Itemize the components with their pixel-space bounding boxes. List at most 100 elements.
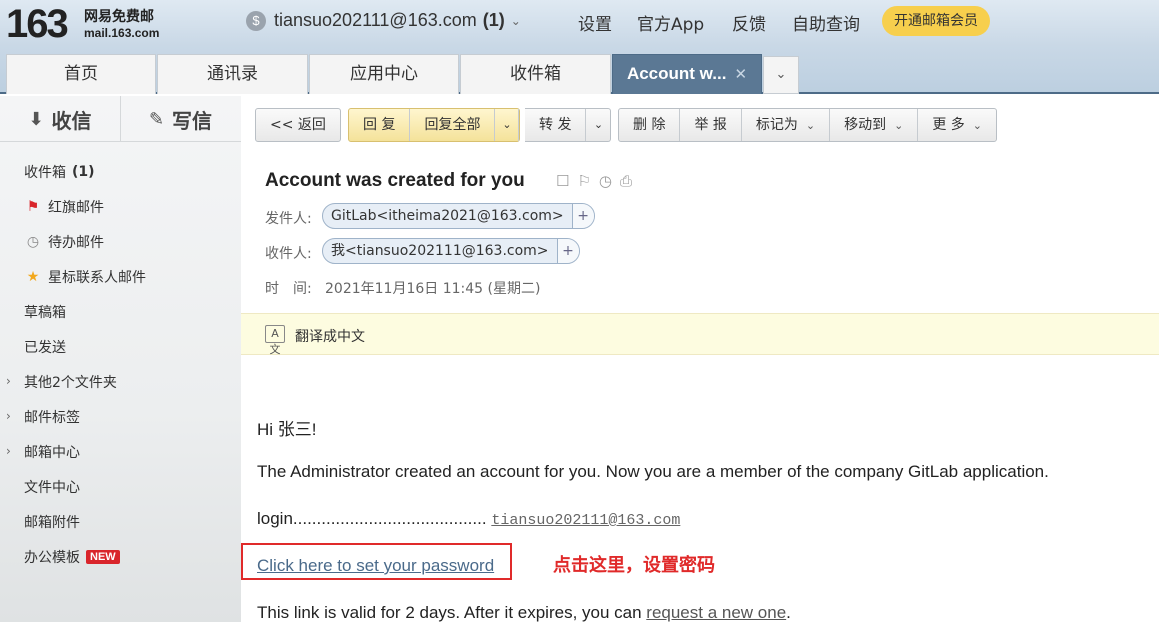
chevron-down-icon: ⌄ [894, 119, 904, 132]
validity-end: . [786, 603, 791, 622]
logo-number[interactable]: 163 [6, 2, 69, 47]
reply-group: 回 复 回复全部 ⌄ [348, 108, 521, 142]
receive-button[interactable]: ⬇ 收信 [0, 96, 120, 142]
recipient-chip[interactable]: 我<tiansuo202111@163.com> + [322, 238, 580, 264]
sidebar-actions: ⬇ 收信 ✎ 写信 [0, 96, 241, 142]
account-switcher[interactable]: $ tiansuo202111@163.com (1) ⌄ [246, 10, 521, 31]
tab-more-button[interactable]: ⌄ [763, 56, 799, 94]
chevron-down-icon: ⌄ [593, 118, 604, 131]
sidebar-item-templates[interactable]: 办公模板 NEW [24, 547, 120, 567]
body-line-1: The Administrator created an account for… [257, 462, 1049, 481]
add-contact-icon[interactable]: + [556, 239, 579, 263]
flag-icon: ⚑ [26, 199, 40, 215]
sender-address: GitLab<itheima2021@163.com> [331, 208, 564, 224]
validity-line: This link is valid for 2 days. After it … [257, 603, 791, 622]
nav-settings[interactable]: 设置 [578, 10, 612, 35]
chevron-right-icon[interactable]: › [6, 444, 11, 458]
back-button[interactable]: << 返回 [256, 109, 340, 141]
request-new-link[interactable]: request a new one [646, 603, 786, 622]
pencil-icon: ✎ [148, 108, 165, 130]
account-email: tiansuo202111@163.com [274, 10, 477, 30]
chevron-down-icon: ⌄ [805, 119, 816, 132]
unread-count: (1) [72, 164, 95, 180]
chevron-down-icon: ⌄ [972, 119, 983, 132]
mark-as-button[interactable]: 标记为 ⌄ [742, 109, 831, 141]
tab-current-email-label: Account w... [626, 64, 727, 83]
reply-all-button[interactable]: 回复全部 [410, 109, 496, 141]
logo-domain: mail.163.com [84, 26, 160, 40]
set-password-link[interactable]: Click here to set your password [257, 556, 494, 576]
add-contact-icon[interactable]: + [571, 204, 594, 228]
sidebar-item-other-folders[interactable]: 其他2个文件夹 [24, 372, 117, 392]
time-label: 时 间: [265, 281, 312, 297]
tab-home[interactable]: 首页 [6, 54, 156, 94]
from-label: 发件人: [265, 211, 312, 227]
more-label: 更 多 [932, 117, 965, 133]
receive-label: 收信 [51, 108, 92, 133]
sidebar-item-mail-center[interactable]: 邮箱中心 [24, 442, 80, 462]
back-group: << 返回 [255, 108, 341, 142]
to-label: 收件人: [265, 246, 312, 262]
chevron-right-icon[interactable]: › [6, 409, 11, 423]
login-label: login...................................… [257, 509, 487, 528]
forward-dropdown-button[interactable]: ⌄ [586, 109, 610, 141]
forward-group: 转 发 ⌄ [525, 108, 612, 142]
coin-icon: $ [246, 10, 266, 31]
sidebar-item-inbox[interactable]: 收件箱 (1) [24, 162, 95, 182]
mark-as-label: 标记为 [755, 117, 798, 133]
clock-icon[interactable]: ◷ [599, 172, 612, 190]
compose-button[interactable]: ✎ 写信 [120, 96, 240, 142]
inbox-download-icon: ⬇ [28, 108, 44, 130]
tab-current-email[interactable]: Account w... ✕ [612, 54, 762, 94]
sidebar: ⬇ 收信 ✎ 写信 收件箱 (1) ⚑ 红旗邮件 ◷ 待办邮件 ★ 星标联系人邮件 草稿箱 … [0, 96, 241, 622]
tab-app-center[interactable]: 应用中心 [309, 54, 459, 94]
chevron-right-icon[interactable]: › [6, 374, 11, 388]
sidebar-item-label: 收件箱 [24, 165, 66, 181]
more-button[interactable]: 更 多 ⌄ [918, 109, 996, 141]
chevron-down-icon: ⌄ [775, 67, 787, 82]
sidebar-item-file-center[interactable]: 文件中心 [24, 477, 80, 497]
vip-button[interactable]: 开通邮箱会员 [882, 6, 990, 36]
translate-bar[interactable]: A文 翻译成中文 [241, 313, 1159, 356]
close-icon[interactable]: ✕ [734, 66, 747, 83]
sidebar-item-tags[interactable]: 邮件标签 [24, 407, 80, 427]
login-line: login...................................… [257, 509, 680, 529]
logo-name: 网易免费邮 [84, 9, 154, 25]
sidebar-item-drafts[interactable]: 草稿箱 [24, 302, 66, 322]
sidebar-item-todo[interactable]: ◷ 待办邮件 [24, 232, 104, 252]
translate-label: 翻译成中文 [295, 329, 365, 345]
sender-chip[interactable]: GitLab<itheima2021@163.com> + [322, 203, 595, 229]
reply-button[interactable]: 回 复 [349, 109, 411, 141]
sidebar-item-flagged[interactable]: ⚑ 红旗邮件 [24, 197, 104, 217]
sidebar-item-label: 办公模板 [24, 550, 80, 566]
tab-contacts[interactable]: 通讯录 [157, 54, 308, 94]
flag-icon[interactable]: ⚐ [577, 172, 590, 190]
email-subject: Account was created for you [265, 170, 525, 191]
recipient-address: 我<tiansuo202111@163.com> [331, 243, 549, 259]
top-bar: 163 网易免费邮 mail.163.com $ tiansuo202111@1… [0, 0, 1159, 46]
move-to-label: 移动到 [844, 117, 887, 133]
compose-label: 写信 [172, 108, 213, 133]
forward-label: 转 发 [539, 117, 572, 133]
print-icon[interactable]: ⎙ [620, 172, 632, 190]
sidebar-item-sent[interactable]: 已发送 [24, 337, 66, 357]
delete-button[interactable]: 删 除 [619, 109, 681, 141]
actions-group: 删 除 举 报 标记为 ⌄ 移动到 ⌄ 更 多 ⌄ [618, 108, 998, 142]
sidebar-item-label: 红旗邮件 [48, 200, 104, 216]
annotation-text: 点击这里，设置密码 [553, 555, 715, 576]
subject-actions: ☐ ⚐ ◷ ⎙ [556, 172, 632, 190]
sidebar-item-attachments[interactable]: 邮箱附件 [24, 512, 80, 532]
nav-feedback[interactable]: 反馈 [732, 10, 766, 35]
move-to-button[interactable]: 移动到 ⌄ [830, 109, 919, 141]
nav-self-service[interactable]: 自助查询 [792, 10, 860, 35]
nav-official-app[interactable]: 官方App [637, 10, 704, 35]
bookmark-icon[interactable]: ☐ [556, 172, 569, 190]
validity-text: This link is valid for 2 days. After it … [257, 603, 647, 622]
report-button[interactable]: 举 报 [680, 109, 742, 141]
translate-icon: A文 [265, 325, 285, 356]
tab-inbox[interactable]: 收件箱 [460, 54, 611, 94]
forward-button[interactable]: 转 发 [525, 109, 587, 141]
reply-dropdown-button[interactable]: ⌄ [495, 109, 520, 141]
login-email-link[interactable]: tiansuo202111@163.com [491, 512, 680, 529]
sidebar-item-starred[interactable]: ★ 星标联系人邮件 [24, 267, 146, 287]
